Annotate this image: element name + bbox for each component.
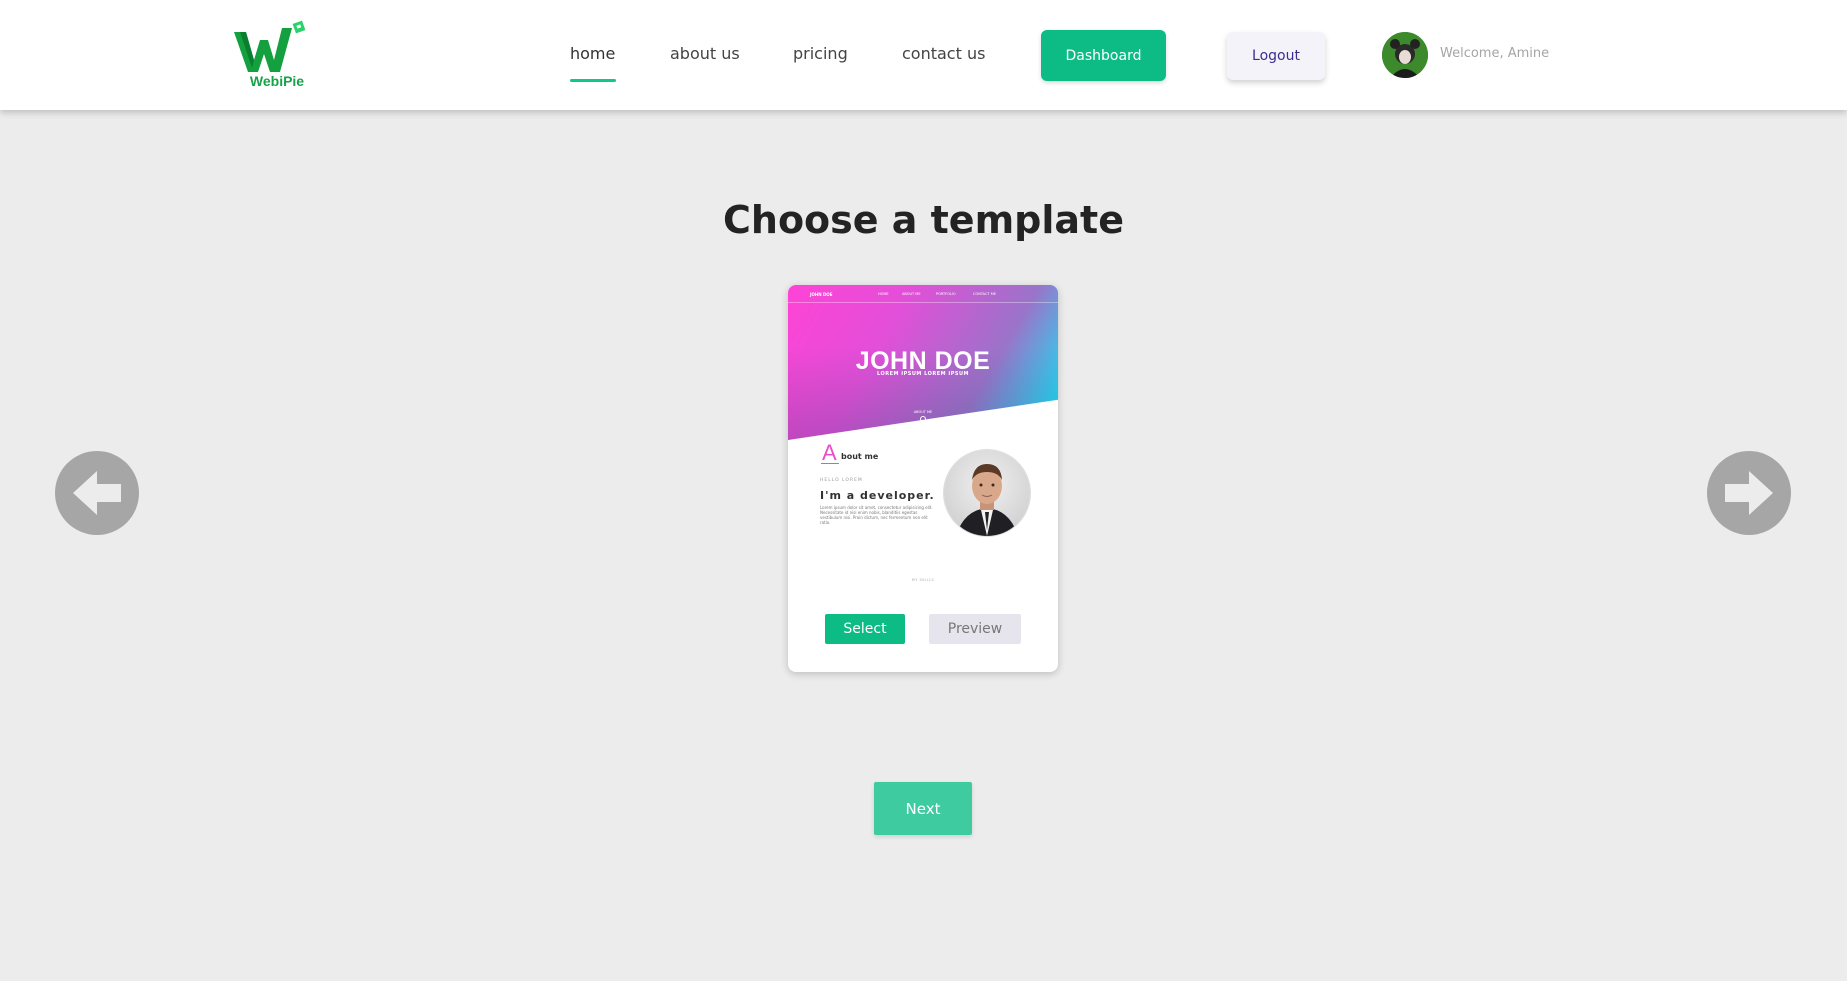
template-nav-item: PORTFOLIO <box>936 292 956 296</box>
preview-template-button[interactable]: Preview <box>929 614 1021 644</box>
about-body: Lorem ipsum dolor sit amet, consectetur … <box>820 505 933 525</box>
prev-template-button[interactable] <box>55 451 139 535</box>
person-portrait-icon <box>956 464 1018 536</box>
user-avatar-icon <box>1382 32 1428 78</box>
template-nav-item: CONTACT ME <box>973 292 996 296</box>
portrait-image <box>944 450 1030 536</box>
template-nav-item: ABOUT ME <box>902 292 921 296</box>
template-hero-link: ABOUT ME <box>913 410 933 414</box>
nav-home[interactable]: home <box>570 44 615 63</box>
welcome-text: Welcome, Amine <box>1440 46 1550 61</box>
template-brand: JOHN DOE <box>810 292 833 297</box>
nav-contact-us[interactable]: contact us <box>902 44 985 63</box>
nav-about-us[interactable]: about us <box>670 44 740 63</box>
top-navbar: WebiPie home about us pricing contact us… <box>0 0 1847 110</box>
arrow-left-circle-icon <box>73 471 121 515</box>
logout-button[interactable]: Logout <box>1227 32 1325 80</box>
template-thumbnail[interactable]: JOHN DOE HOME ABOUT ME PORTFOLIO CONTACT… <box>788 285 1058 582</box>
dashboard-button[interactable]: Dashboard <box>1041 30 1166 81</box>
next-template-arrow-button[interactable] <box>1707 451 1791 535</box>
page-title: Choose a template <box>723 198 1124 242</box>
webipie-logo[interactable]: WebiPie <box>232 18 312 92</box>
skills-label: MY SKILLS <box>911 578 935 582</box>
scroll-down-icon <box>920 416 926 422</box>
next-button[interactable]: Next <box>874 782 972 835</box>
template-card: JOHN DOE HOME ABOUT ME PORTFOLIO CONTACT… <box>788 285 1058 672</box>
about-headline: I'm a developer. <box>820 489 935 502</box>
nav-pricing[interactable]: pricing <box>793 44 848 63</box>
template-about-section: A bout me HELLO LOREM I'm a developer. L… <box>788 435 1058 570</box>
arrow-right-circle-icon <box>1725 471 1773 515</box>
webipie-logo-icon <box>234 20 306 72</box>
logo-text: WebiPie <box>249 73 305 89</box>
nav-active-indicator <box>570 79 616 82</box>
about-heading: bout me <box>841 452 879 461</box>
user-avatar[interactable] <box>1382 32 1428 78</box>
about-hello: HELLO LOREM <box>820 478 863 483</box>
select-template-button[interactable]: Select <box>825 614 905 644</box>
template-nav-item: HOME <box>878 292 889 296</box>
template-hero-subtitle: LOREM IPSUM LOREM IPSUM <box>876 371 970 377</box>
